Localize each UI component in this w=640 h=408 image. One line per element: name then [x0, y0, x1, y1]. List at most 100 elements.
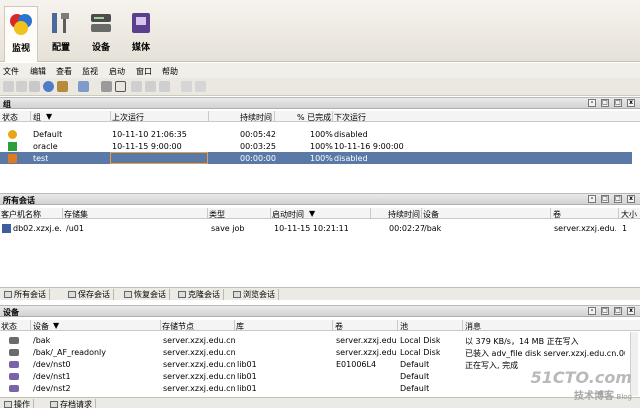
col-storage-node[interactable]: 存储节点 [162, 321, 194, 332]
help-icon[interactable] [43, 81, 54, 92]
properties-icon[interactable] [78, 81, 89, 92]
col-device[interactable]: 设备 [33, 321, 49, 332]
restore-icon[interactable]: □ [601, 307, 609, 315]
running-status-icon [8, 154, 17, 163]
maximize-icon[interactable]: □ [614, 307, 622, 315]
restart-icon[interactable] [159, 81, 170, 92]
restore-icon[interactable]: □ [601, 99, 609, 107]
save-tab-icon [68, 291, 76, 298]
col-saveset[interactable]: 存储集 [64, 209, 88, 220]
clone-tab-icon [178, 291, 186, 298]
col-percent[interactable]: % 已完成 [297, 112, 331, 123]
tab-label: 恢复会话 [134, 290, 166, 299]
group-row-selected[interactable]: test 00:00:00 100% disabled [0, 152, 632, 164]
menu-view[interactable]: 查看 [56, 66, 72, 77]
tab-label: 所有会话 [14, 290, 46, 299]
watermark-logo: 51CTO.com [530, 368, 632, 387]
nav-devices-button[interactable]: 设备 [84, 6, 118, 56]
recover-tab-icon [124, 291, 132, 298]
monitor-icon [10, 14, 32, 35]
group-next-run: disabled [334, 154, 368, 163]
col-client[interactable]: 客户机名称 [1, 209, 41, 220]
tab-all-sessions[interactable]: 所有会话 [2, 289, 50, 300]
watermark-subtitle: 技术博客 [573, 391, 614, 402]
media-icon [132, 13, 150, 33]
session-device: /bak [424, 224, 442, 233]
tab-save-sessions[interactable]: 保存会话 [66, 289, 114, 300]
add-icon[interactable] [3, 81, 14, 92]
maximize-icon[interactable]: □ [614, 99, 622, 107]
session-tabs: 所有会话 保存会话 恢复会话 克隆会话 浏览会话 [0, 287, 640, 300]
minimize-icon[interactable]: - [588, 99, 596, 107]
close-icon[interactable]: x [627, 307, 635, 315]
menu-window[interactable]: 窗口 [136, 66, 152, 77]
devices-column-header: 状态 设备 ▼ 存储节点 库 卷 池 消息 [0, 320, 640, 331]
session-row[interactable]: db02.xzxj.e... /u01 save job 10-11-15 10… [0, 222, 632, 234]
sort-down-icon: ▼ [53, 321, 60, 330]
col-message[interactable]: 消息 [465, 321, 481, 332]
col-last-run[interactable]: 上次运行 [112, 112, 144, 123]
refresh-icon[interactable] [145, 81, 156, 92]
menu-monitor[interactable]: 监视 [82, 66, 98, 77]
col-start-time[interactable]: 启动时间 [272, 209, 304, 220]
col-next-run[interactable]: 下次运行 [334, 112, 366, 123]
tab-label: 浏览会话 [243, 290, 275, 299]
menu-edit[interactable]: 编辑 [30, 66, 46, 77]
tab-clone-sessions[interactable]: 克隆会话 [176, 289, 224, 300]
details-icon[interactable] [101, 81, 112, 92]
nav-monitor-button[interactable]: 监视 [4, 6, 38, 62]
nav-media-button[interactable]: 媒体 [124, 6, 158, 56]
col-pool[interactable]: 池 [400, 321, 408, 332]
col-volume[interactable]: 卷 [553, 209, 561, 220]
device-row[interactable]: /bak server.xzxj.edu.cn server.xzxj.edu.… [0, 334, 632, 346]
minimize-icon[interactable]: - [588, 307, 596, 315]
col-size[interactable]: 大小 [621, 209, 637, 220]
session-volume: server.xzxj.edu.... [554, 224, 616, 233]
delete-icon[interactable] [29, 81, 40, 92]
clear-icon[interactable] [195, 81, 206, 92]
device-name: /dev/nst0 [33, 360, 71, 369]
sessions-title: 所有会话 [3, 196, 35, 205]
tab-recover-sessions[interactable]: 恢复会话 [122, 289, 170, 300]
col-duration[interactable]: 持续时间 [240, 112, 272, 123]
col-device[interactable]: 设备 [423, 209, 439, 220]
tab-operations[interactable]: 操作 [2, 399, 34, 408]
stop-icon[interactable] [131, 81, 142, 92]
group-percent: 100% [310, 154, 333, 163]
tab-label: 克隆会话 [188, 290, 220, 299]
maximize-icon[interactable]: □ [614, 195, 622, 203]
tools-icon[interactable] [57, 81, 68, 92]
group-row[interactable]: Default 10-11-10 21:06:35 00:05:42 100% … [0, 128, 632, 140]
col-group[interactable]: 组 [33, 112, 41, 123]
group-next-run: 10-11-16 9:00:00 [334, 142, 404, 151]
last-run-edit-cell[interactable] [110, 152, 208, 164]
session-start: 10-11-15 10:21:11 [274, 224, 349, 233]
device-volume: E01006L4 [336, 360, 377, 369]
menu-start[interactable]: 启动 [109, 66, 125, 77]
close-icon[interactable]: x [627, 99, 635, 107]
operations-tab-icon [4, 401, 12, 408]
restore-icon[interactable]: □ [601, 195, 609, 203]
menu-help[interactable]: 帮助 [162, 66, 178, 77]
device-node: server.xzxj.edu.cn [163, 384, 236, 393]
start-icon[interactable] [115, 81, 126, 92]
nav-config-button[interactable]: 配置 [44, 6, 78, 56]
tape-device-icon [9, 373, 19, 380]
col-library[interactable]: 库 [236, 321, 244, 332]
menu-file[interactable]: 文件 [3, 66, 19, 77]
device-volume: server.xzxj.edu.... [336, 348, 396, 357]
tab-browse-sessions[interactable]: 浏览会话 [231, 289, 279, 300]
tab-archive-requests[interactable]: 存档请求 [48, 399, 96, 408]
col-status[interactable]: 状态 [1, 321, 17, 332]
device-row[interactable]: /bak/_AF_readonly server.xzxj.edu.cn ser… [0, 346, 632, 358]
col-status[interactable]: 状态 [2, 112, 18, 123]
minimize-icon[interactable]: - [588, 195, 596, 203]
col-type[interactable]: 类型 [209, 209, 225, 220]
col-volume[interactable]: 卷 [335, 321, 343, 332]
close-icon[interactable]: x [627, 195, 635, 203]
edit-icon[interactable] [16, 81, 27, 92]
device-library: lib01 [237, 372, 257, 381]
settings-icon[interactable] [181, 81, 192, 92]
col-duration[interactable]: 持续时间 [388, 209, 420, 220]
group-row[interactable]: oracle 10-11-15 9:00:00 00:03:25 100% 10… [0, 140, 632, 152]
